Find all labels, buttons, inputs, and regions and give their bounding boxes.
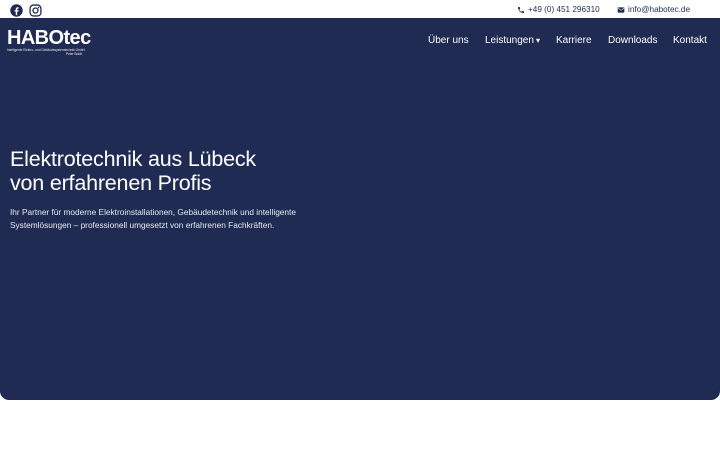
caret-down-icon: ▾ <box>535 36 540 45</box>
nav-item-downloads[interactable]: Downloads <box>608 35 657 46</box>
hero-subtext-line2: Systemlösungen – professionell umgesetzt… <box>10 220 275 230</box>
hero-subtext: Ihr Partner für moderne Elektroinstallat… <box>10 206 310 232</box>
facebook-icon[interactable] <box>10 4 23 17</box>
hero-section: HABOtec Intelligente Elektro- und Gebäud… <box>0 18 720 400</box>
email-contact[interactable]: info@habotec.de <box>617 5 690 14</box>
top-bar: +49 (0) 451 296310 info@habotec.de <box>0 0 720 18</box>
instagram-icon[interactable] <box>29 4 42 17</box>
nav-item-label: Karriere <box>556 35 592 46</box>
phone-number[interactable]: +49 (0) 451 296310 <box>528 5 600 14</box>
nav-item-ueber-uns[interactable]: Über uns <box>428 35 469 46</box>
hero-headline-line1: Elektrotechnik aus Lübeck <box>10 147 256 171</box>
nav-item-label: Kontakt <box>673 35 707 46</box>
hero-subtext-line1: Ihr Partner für moderne Elektroinstallat… <box>10 207 296 217</box>
email-address[interactable]: info@habotec.de <box>628 5 690 14</box>
nav-item-label: Downloads <box>608 35 658 46</box>
nav-item-label: Leistungen <box>485 35 534 46</box>
phone-contact[interactable]: +49 (0) 451 296310 <box>517 5 600 14</box>
hero-headline: Elektrotechnik aus Lübeck von erfahrenen… <box>10 147 256 195</box>
nav-item-kontakt[interactable]: Kontakt <box>673 35 707 46</box>
hero-headline-line2: von erfahrenen Profis <box>10 171 212 195</box>
nav-item-label: Über uns <box>428 35 469 46</box>
logo-owner: Peter Boldt <box>66 52 82 56</box>
social-links <box>10 4 42 17</box>
envelope-icon <box>617 6 625 13</box>
phone-icon <box>518 6 524 13</box>
nav-item-karriere[interactable]: Karriere <box>556 35 592 46</box>
nav-item-leistungen[interactable]: Leistungen ▾ <box>485 35 540 46</box>
main-navigation: Über uns Leistungen ▾ Karriere Downloads … <box>0 35 720 49</box>
